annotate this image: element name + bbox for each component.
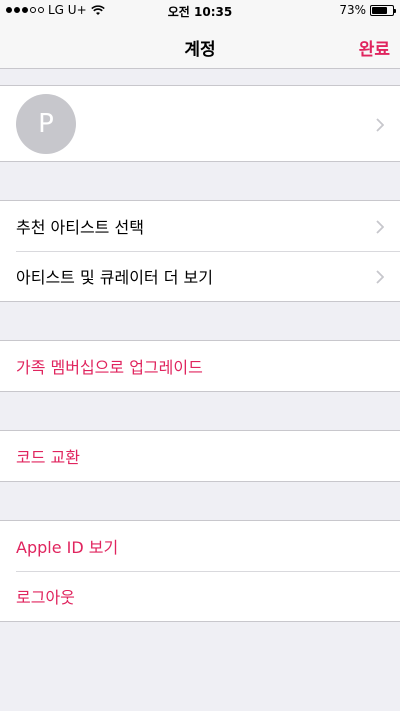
chevron-right-icon	[376, 117, 385, 136]
chevron-right-icon	[376, 269, 385, 288]
redeem-section: 코드 교환	[0, 430, 400, 482]
battery-percent: 73%	[339, 3, 366, 17]
page-title: 계정	[184, 40, 216, 60]
avatar: P	[16, 93, 76, 154]
battery-icon	[370, 4, 396, 16]
logout-button[interactable]: 로그아웃	[0, 571, 400, 621]
row-label: 아티스트 및 큐레이터 더 보기	[16, 268, 213, 287]
view-apple-id-button[interactable]: Apple ID 보기	[0, 521, 400, 571]
choose-artists-row[interactable]: 추천 아티스트 선택	[0, 201, 400, 251]
battery-fill	[372, 6, 387, 14]
status-right: 73%	[339, 3, 396, 17]
family-section: 가족 멤버십으로 업그레이드	[0, 340, 400, 392]
redeem-code-button[interactable]: 코드 교환	[0, 431, 400, 481]
battery-tip	[394, 8, 396, 13]
discover-artists-row[interactable]: 아티스트 및 큐레이터 더 보기	[0, 251, 400, 301]
artists-section: 추천 아티스트 선택 아티스트 및 큐레이터 더 보기	[0, 200, 400, 302]
chevron-right-icon	[376, 219, 385, 238]
account-section: Apple ID 보기 로그아웃	[0, 520, 400, 622]
done-button[interactable]: 완료	[359, 35, 390, 60]
status-bar: LG U+ 오전 10:35 73%	[0, 0, 400, 22]
family-upgrade-button[interactable]: 가족 멤버십으로 업그레이드	[0, 341, 400, 391]
row-label: 추천 아티스트 선택	[16, 218, 144, 237]
navigation-bar: 계정 완료	[0, 22, 400, 69]
profile-row[interactable]: P	[0, 86, 400, 161]
profile-section: P	[0, 85, 400, 162]
